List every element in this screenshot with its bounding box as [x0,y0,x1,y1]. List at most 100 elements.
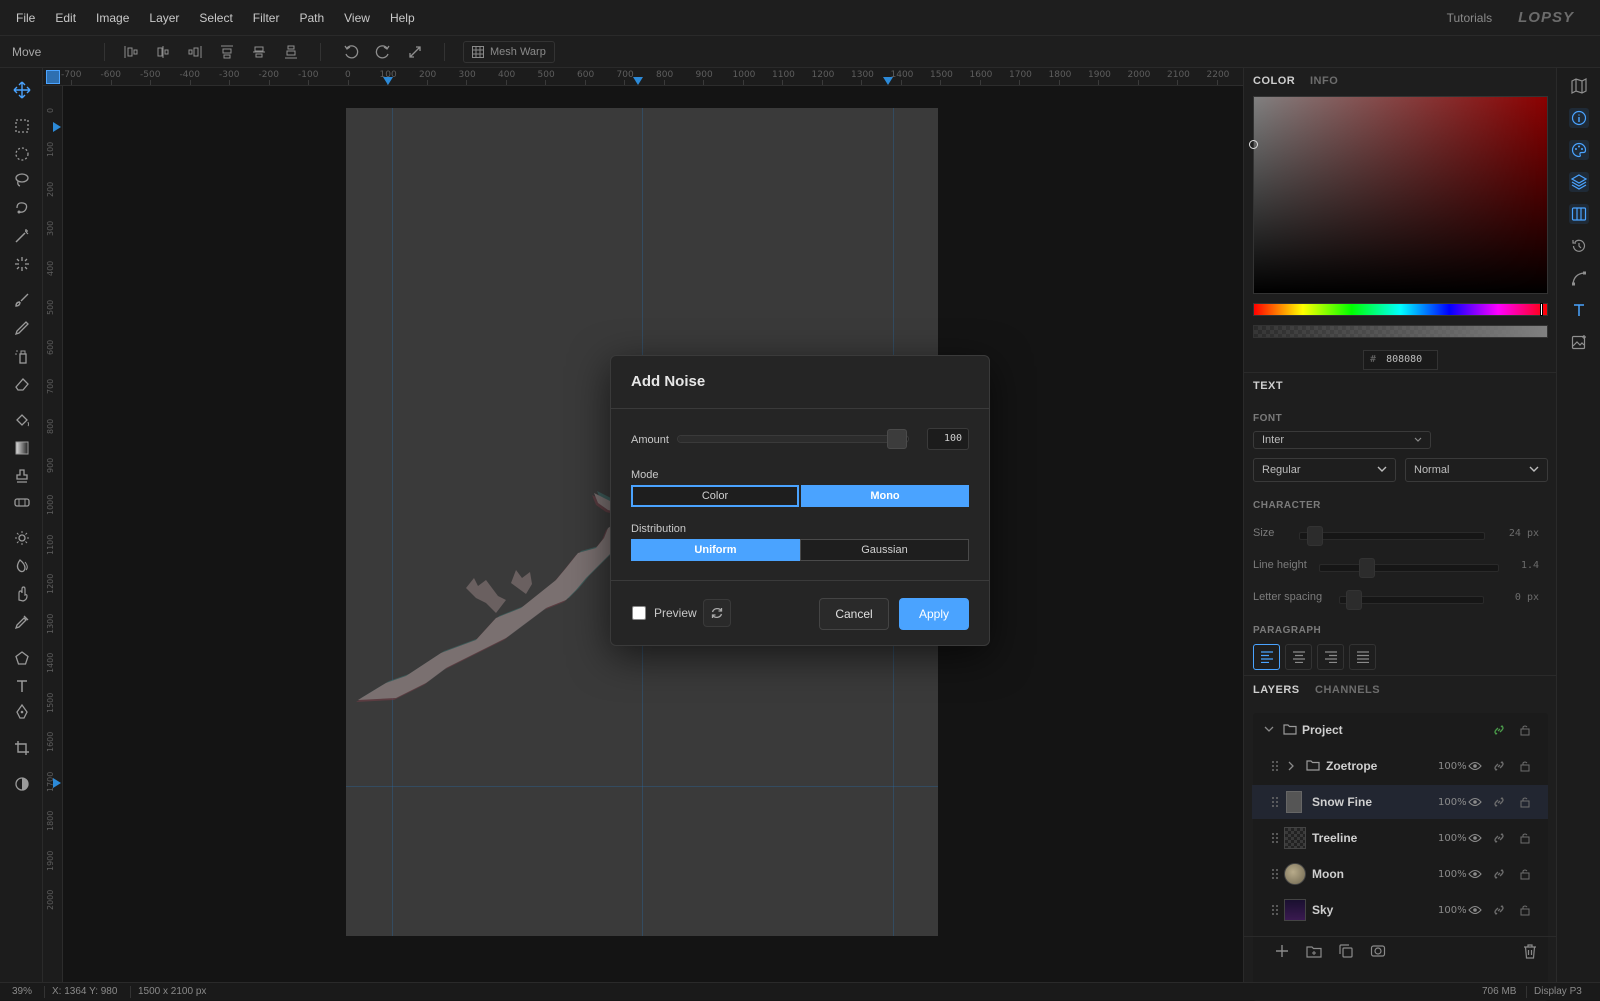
lasso-icon[interactable] [10,168,34,192]
color-picker-cursor[interactable] [1249,140,1258,149]
quick-select-icon[interactable] [10,252,34,276]
palette-icon[interactable] [1569,140,1589,160]
eye-icon[interactable] [1468,903,1482,917]
mode-mono-button[interactable]: Mono [801,485,969,507]
drag-handle-icon[interactable] [1268,795,1282,809]
gradient-icon[interactable] [10,436,34,460]
lock-icon[interactable] [1518,759,1532,773]
reset-button[interactable] [703,599,731,627]
tab-color[interactable]: COLOR [1253,75,1295,87]
eyedropper-icon[interactable] [10,610,34,634]
tab-channels[interactable]: CHANNELS [1315,684,1380,696]
trash-icon[interactable] [1522,943,1538,959]
drag-handle-icon[interactable] [1268,831,1282,845]
hex-input[interactable]: # 808080 [1363,350,1438,370]
line-height-slider[interactable] [1319,564,1499,572]
text-tool-icon[interactable] [10,674,34,698]
mesh-warp-button[interactable]: Mesh Warp [463,41,555,63]
pencil-icon[interactable] [10,316,34,340]
dodge-icon[interactable] [10,526,34,550]
ruler-left[interactable]: 0 100 200 300 400 500 600 700 800 900 1000 1100 1200… [43,86,63,982]
align-right-icon[interactable] [184,42,206,62]
shape-icon[interactable] [10,646,34,670]
menu-filter[interactable]: Filter [243,0,290,36]
menu-image[interactable]: Image [86,0,139,36]
hue-slider-thumb[interactable] [1540,303,1543,316]
crop-icon[interactable] [10,736,34,760]
font-family-select[interactable]: Inter [1253,431,1431,449]
magnetic-lasso-icon[interactable] [10,196,34,220]
channels-icon[interactable] [1569,204,1589,224]
link-icon[interactable] [1492,723,1506,737]
tutorials-link[interactable]: Tutorials [1447,11,1493,25]
guide-marker[interactable] [633,77,643,85]
layer-mask-icon[interactable] [1370,943,1386,959]
lock-icon[interactable] [1518,795,1532,809]
guide-marker[interactable] [53,122,61,132]
menu-select[interactable]: Select [189,0,242,36]
paint-bucket-icon[interactable] [10,408,34,432]
drag-handle-icon[interactable] [1268,867,1282,881]
image-adjust-icon[interactable] [1569,332,1589,352]
menu-layer[interactable]: Layer [139,0,189,36]
new-group-icon[interactable] [1306,943,1322,959]
layer-row-project[interactable]: Project [1252,713,1548,747]
size-slider[interactable] [1299,532,1485,540]
menu-file[interactable]: File [6,0,45,36]
link-icon[interactable] [1492,867,1506,881]
layer-opacity[interactable]: 100% [1438,797,1467,808]
layer-opacity[interactable]: 100% [1438,869,1467,880]
distribution-uniform-button[interactable]: Uniform [631,539,800,561]
layer-row-sky[interactable]: Sky 100% [1252,893,1548,927]
link-icon[interactable] [1492,759,1506,773]
tab-info[interactable]: INFO [1310,75,1338,87]
move-tool-icon[interactable] [10,78,34,102]
lock-icon[interactable] [1518,903,1532,917]
brush-icon[interactable] [10,288,34,312]
distribution-gaussian-button[interactable]: Gaussian [800,539,969,561]
lock-icon[interactable] [1518,723,1532,737]
smudge-icon[interactable] [10,582,34,606]
letter-spacing-slider-thumb[interactable] [1346,590,1362,610]
letter-spacing-value[interactable]: 0 px [1494,592,1539,603]
navigator-icon[interactable] [1569,76,1589,96]
layer-opacity[interactable]: 100% [1438,833,1467,844]
guide-marker[interactable] [53,778,61,788]
drag-handle-icon[interactable] [1268,759,1282,773]
align-middle-icon[interactable] [248,42,270,62]
menu-path[interactable]: Path [289,0,334,36]
history-icon[interactable] [1569,236,1589,256]
hue-slider[interactable] [1253,303,1548,316]
eye-icon[interactable] [1468,759,1482,773]
eye-icon[interactable] [1468,831,1482,845]
justify-text-button[interactable] [1349,644,1376,670]
chevron-right-icon[interactable] [1288,761,1295,771]
layer-row-zoetrope[interactable]: Zoetrope 100% [1252,749,1548,783]
amount-slider-track[interactable] [677,435,909,443]
mode-color-button[interactable]: Color [631,485,799,507]
rect-select-icon[interactable] [10,114,34,138]
magic-wand-icon[interactable] [10,224,34,248]
eraser-icon[interactable] [10,372,34,396]
layer-row-snow-fine[interactable]: Snow Fine 100% [1252,785,1548,819]
paths-icon[interactable] [1569,268,1589,288]
eye-icon[interactable] [1468,867,1482,881]
ruler-corner-swatch[interactable] [46,70,60,84]
amount-slider-thumb[interactable] [887,429,907,449]
link-icon[interactable] [1492,903,1506,917]
align-center-h-icon[interactable] [152,42,174,62]
chevron-down-icon[interactable] [1264,726,1274,733]
spray-icon[interactable] [10,344,34,368]
layers-stack-icon[interactable] [1569,172,1589,192]
pen-icon[interactable] [10,700,34,724]
add-layer-icon[interactable] [1274,943,1290,959]
menu-edit[interactable]: Edit [45,0,86,36]
lock-icon[interactable] [1518,831,1532,845]
eye-icon[interactable] [1468,795,1482,809]
menu-view[interactable]: View [334,0,380,36]
expand-icon[interactable] [404,42,426,62]
link-icon[interactable] [1492,831,1506,845]
guide-marker[interactable] [883,77,893,85]
blur-icon[interactable] [10,554,34,578]
ellipse-select-icon[interactable] [10,142,34,166]
